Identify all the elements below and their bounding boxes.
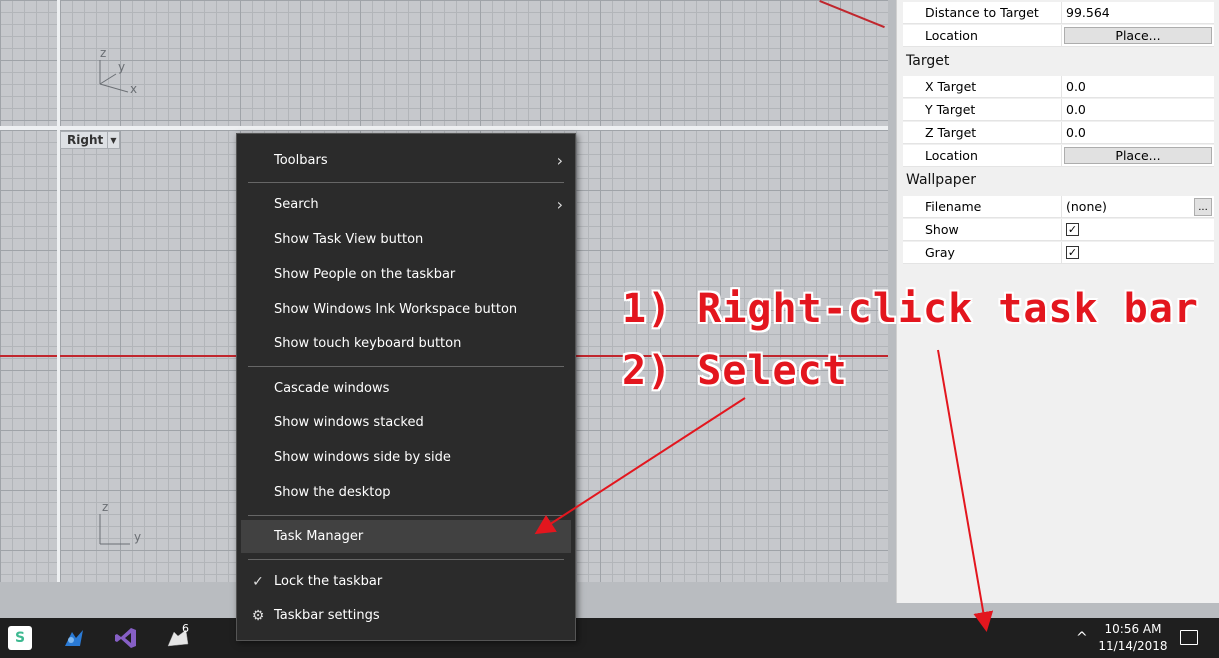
slack-letter: S [14, 630, 26, 646]
prop-row-filename: Filename (none)... [903, 196, 1214, 218]
prop-row-distance: Distance to Target 99.564 [903, 2, 1214, 24]
system-clock[interactable]: 10:56 AM 11/14/2018 [1094, 621, 1172, 655]
prop-key: Filename [925, 199, 982, 214]
chevron-up-icon[interactable]: ^ [1076, 630, 1088, 646]
prop-key: Z Target [925, 125, 977, 140]
annotation-step-2: 2) Select [622, 348, 848, 394]
prop-row-x-target: X Target 0.0 [903, 76, 1214, 98]
viewport-title-tab[interactable]: Right ▼ [60, 131, 120, 149]
gray-checkbox[interactable]: ✓ [1066, 246, 1079, 259]
menu-item-label: Toolbars [274, 153, 328, 168]
prop-key: Distance to Target [925, 5, 1039, 20]
place-button[interactable]: Place... [1064, 27, 1212, 44]
prop-key: Location [925, 28, 978, 43]
menu-item-show-touch-keyboard[interactable]: Show touch keyboard button [241, 327, 571, 360]
menu-item-label: Show Task View button [274, 232, 424, 247]
menu-item-label: Show windows side by side [274, 450, 451, 465]
grasshopper-icon[interactable] [62, 626, 86, 650]
prop-key: Location [925, 148, 978, 163]
menu-separator [248, 515, 564, 516]
prop-key: Y Target [925, 102, 976, 117]
menu-item-label: Cascade windows [274, 381, 390, 396]
prop-row-show: Show ✓ [903, 219, 1214, 241]
rhino-version-badge: 6 [182, 622, 189, 635]
axis-gizmo-icon [99, 514, 130, 545]
menu-item-show-desktop[interactable]: Show the desktop [241, 476, 571, 509]
menu-item-label: Show windows stacked [274, 415, 424, 430]
place-button[interactable]: Place... [1064, 147, 1212, 164]
menu-item-taskbar-settings[interactable]: ⚙ Taskbar settings [241, 599, 571, 632]
menu-item-label: Search [274, 197, 319, 212]
prop-row-gray: Gray ✓ [903, 242, 1214, 264]
filename-value: (none) [1066, 199, 1107, 214]
prop-key: X Target [925, 79, 977, 94]
menu-item-cascade-windows[interactable]: Cascade windows [241, 372, 571, 405]
slack-icon[interactable]: S [8, 626, 32, 650]
chevron-right-icon: › [556, 195, 563, 214]
rhino-icon[interactable]: 6 [166, 622, 190, 650]
viewport-divider [57, 130, 60, 582]
menu-item-toolbars[interactable]: Toolbars › [241, 144, 571, 177]
menu-item-label: Show Windows Ink Workspace button [274, 302, 518, 317]
menu-item-lock-taskbar[interactable]: ✓ Lock the taskbar [241, 565, 571, 598]
menu-item-label: Show People on the taskbar [274, 267, 456, 282]
menu-item-show-people[interactable]: Show People on the taskbar [241, 258, 571, 291]
menu-item-show-task-view[interactable]: Show Task View button [241, 223, 571, 256]
prop-value-input[interactable]: 0.0 [1061, 122, 1214, 143]
clock-time: 10:56 AM [1104, 622, 1162, 636]
axis-gizmo-icon [99, 60, 129, 93]
gear-icon: ⚙ [251, 607, 265, 624]
prop-key: Gray [925, 245, 955, 260]
chevron-right-icon: › [556, 151, 563, 170]
menu-item-label: Show the desktop [274, 485, 391, 500]
menu-item-show-ink-workspace[interactable]: Show Windows Ink Workspace button [241, 293, 571, 326]
prop-row-location: Location Place... [903, 25, 1214, 47]
viewport-title: Right [67, 133, 104, 147]
prop-row-z-target: Z Target 0.0 [903, 122, 1214, 144]
prop-key: Show [925, 222, 959, 237]
menu-separator [248, 366, 564, 367]
chevron-down-icon[interactable]: ▼ [107, 132, 119, 148]
prop-value-input[interactable]: 0.0 [1061, 76, 1214, 97]
notification-center-icon[interactable] [1180, 630, 1198, 645]
menu-item-windows-stacked[interactable]: Show windows stacked [241, 406, 571, 439]
section-title-wallpaper: Wallpaper [906, 172, 977, 188]
menu-item-task-manager[interactable]: Task Manager [241, 520, 571, 553]
prop-row-target-location: Location Place... [903, 145, 1214, 167]
menu-item-label: Taskbar settings [274, 608, 380, 623]
visual-studio-icon[interactable] [114, 626, 138, 650]
menu-item-label: Task Manager [274, 529, 364, 544]
checkmark-icon: ✓ [252, 573, 264, 590]
clock-date: 11/14/2018 [1098, 639, 1168, 653]
menu-item-label: Lock the taskbar [274, 574, 383, 589]
show-checkbox[interactable]: ✓ [1066, 223, 1079, 236]
x-axis-line [819, 0, 885, 29]
annotation-step-1: 1) Right-click task bar [622, 286, 1199, 332]
browse-button[interactable]: ... [1194, 198, 1212, 216]
menu-item-label: Show touch keyboard button [274, 336, 462, 351]
section-title-target: Target [906, 53, 950, 69]
top-viewport[interactable]: z y x [0, 0, 888, 126]
menu-item-search[interactable]: Search › [241, 188, 571, 221]
menu-separator [248, 559, 564, 560]
taskbar[interactable]: S 6 ^ 10:56 AM 11/14/2018 [0, 618, 1219, 658]
viewport-divider-horizontal [0, 126, 888, 130]
menu-item-side-by-side[interactable]: Show windows side by side [241, 441, 571, 474]
viewport-divider [57, 0, 60, 126]
prop-value-input[interactable]: 0.0 [1061, 99, 1214, 120]
menu-separator [248, 182, 564, 183]
taskbar-context-menu: Toolbars › Search › Show Task View butto… [236, 133, 576, 641]
prop-row-y-target: Y Target 0.0 [903, 99, 1214, 121]
prop-value-input[interactable]: 99.564 [1061, 2, 1214, 23]
